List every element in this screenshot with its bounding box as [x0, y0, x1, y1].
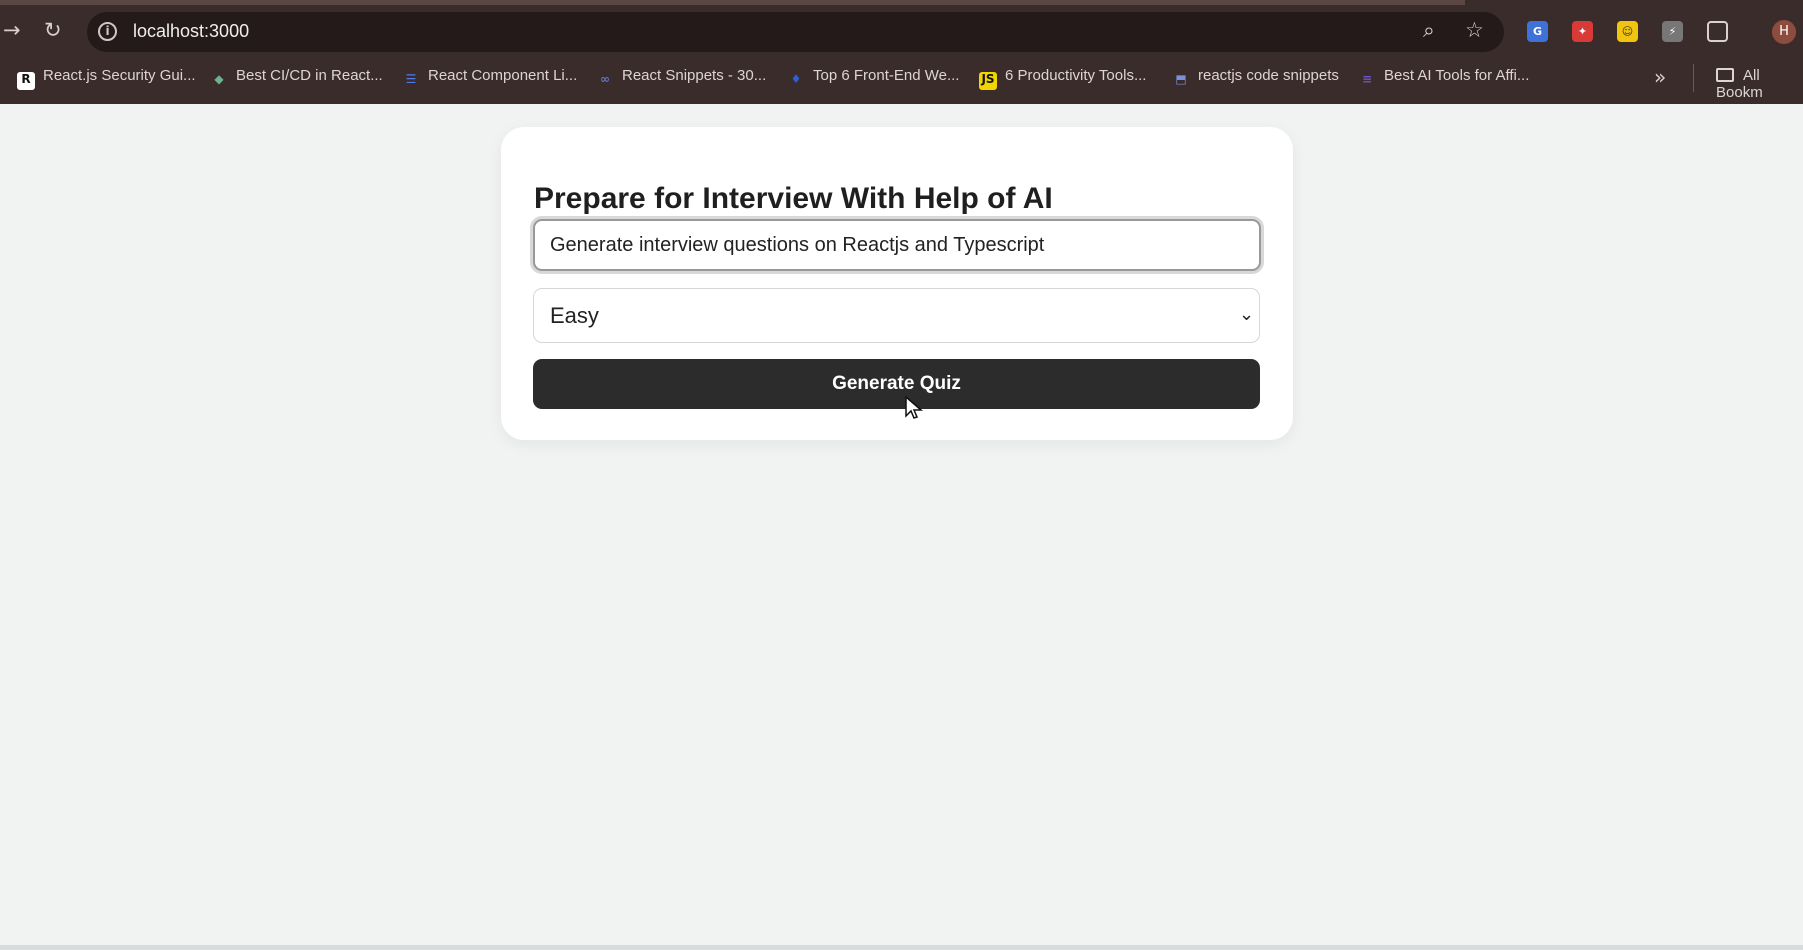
all-bookmarks-button[interactable]: All Bookm: [1716, 67, 1803, 101]
bookmark-item[interactable]: R React.js Security Gui...: [17, 67, 196, 90]
browser-toolbar: → ↻ i localhost:3000 ⌕ ☆ G ✦ ☺ ⚡ H R Reac…: [0, 0, 1803, 104]
mouse-cursor-icon: [905, 396, 923, 419]
generate-quiz-button[interactable]: Generate Quiz: [533, 359, 1260, 409]
document-icon: ☰: [405, 72, 417, 86]
interview-card: Prepare for Interview With Help of AI Ea…: [501, 127, 1293, 440]
bookmark-item[interactable]: JS 6 Productivity Tools...: [979, 67, 1147, 90]
bookmark-item[interactable]: ☰ React Component Li...: [402, 67, 578, 89]
yellow-extension-icon[interactable]: ☺: [1617, 21, 1638, 42]
bookmark-item[interactable]: ◆ Best CI/CD in React...: [210, 67, 383, 89]
ai-tools-icon: ≡: [1361, 72, 1373, 86]
page-title: Prepare for Interview With Help of AI: [534, 182, 1053, 216]
bookmark-label: React.js Security Gui...: [43, 67, 196, 84]
code-snippets-icon: ⬒: [1175, 72, 1187, 86]
bookmark-label: React Snippets - 30...: [622, 67, 767, 84]
extensions-icon[interactable]: [1707, 21, 1728, 42]
prompt-input[interactable]: [533, 219, 1261, 271]
window-bottom-border: [0, 945, 1803, 950]
bookmark-label: React Component Li...: [428, 67, 578, 84]
ci-cd-icon: ◆: [214, 72, 224, 86]
bookmark-label: Best AI Tools for Affi...: [1384, 67, 1530, 84]
javascript-icon: JS: [979, 72, 997, 90]
site-info-icon[interactable]: i: [98, 22, 117, 41]
bookmark-item[interactable]: ≡ Best AI Tools for Affi...: [1358, 67, 1529, 89]
address-text[interactable]: localhost:3000: [133, 21, 249, 42]
grey-extension-icon[interactable]: ⚡: [1662, 21, 1683, 42]
bookmark-item[interactable]: ⬒ reactjs code snippets: [1172, 67, 1339, 89]
forward-icon[interactable]: →: [3, 20, 21, 41]
bookmark-item[interactable]: ♦ Top 6 Front-End We...: [787, 67, 960, 89]
address-bar[interactable]: [87, 12, 1504, 52]
more-bookmarks-icon[interactable]: »: [1654, 65, 1666, 89]
snippet-icon: ∞: [600, 72, 610, 86]
bookmark-label: reactjs code snippets: [1198, 67, 1339, 84]
difficulty-select[interactable]: Easy: [533, 288, 1260, 343]
frontend-icon: ♦: [790, 72, 802, 86]
bookmark-item[interactable]: ∞ React Snippets - 30...: [596, 67, 766, 89]
zoom-icon[interactable]: ⌕: [1423, 18, 1435, 43]
bookmark-star-icon[interactable]: ☆: [1465, 18, 1484, 42]
tab-strip: [0, 0, 1465, 5]
bookmark-label: Best CI/CD in React...: [236, 67, 383, 84]
react-security-icon: R: [17, 72, 35, 90]
profile-avatar[interactable]: H: [1772, 20, 1796, 44]
bookmark-label: 6 Productivity Tools...: [1005, 67, 1147, 84]
bookmark-divider: [1693, 64, 1694, 92]
reload-icon[interactable]: ↻: [44, 20, 62, 41]
translate-extension-icon[interactable]: G: [1527, 21, 1548, 42]
folder-icon: [1716, 68, 1734, 82]
red-extension-icon[interactable]: ✦: [1572, 21, 1593, 42]
bookmark-label: Top 6 Front-End We...: [813, 67, 960, 84]
